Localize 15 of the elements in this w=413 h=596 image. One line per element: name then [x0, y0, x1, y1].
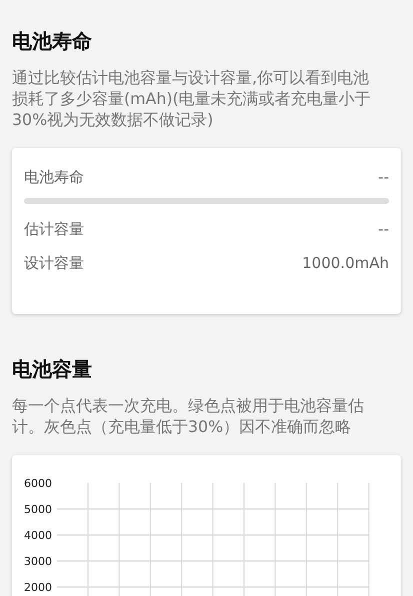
axis-tick-label: 3000 — [24, 555, 52, 568]
row-value: 1000.0mAh — [302, 254, 389, 272]
section-title: 电池容量 — [12, 356, 93, 383]
axis-tick-label: 2000 — [24, 581, 52, 594]
row-value: -- — [378, 220, 389, 238]
row-label: 估计容量 — [24, 220, 84, 238]
axis-tick-label: 6000 — [24, 477, 52, 490]
row-label: 设计容量 — [24, 254, 84, 272]
section-title: 电池寿命 — [12, 28, 93, 55]
row-label: 电池寿命 — [24, 168, 84, 186]
row-value: -- — [378, 168, 389, 186]
axis-tick-label: 5000 — [24, 503, 52, 516]
section-description: 每一个点代表一次充电。绿色点被用于电池容量估计。灰色点（充电量低于30%）因不准确而忽略 — [12, 395, 365, 437]
axis-tick-label: 4000 — [24, 529, 52, 542]
section-description: 通过比较估计电池容量与设计容量,你可以看到电池损耗了多少容量(mAh)(电量未充满或者充电量小于30%视为无效数据不做记录) — [12, 67, 372, 130]
